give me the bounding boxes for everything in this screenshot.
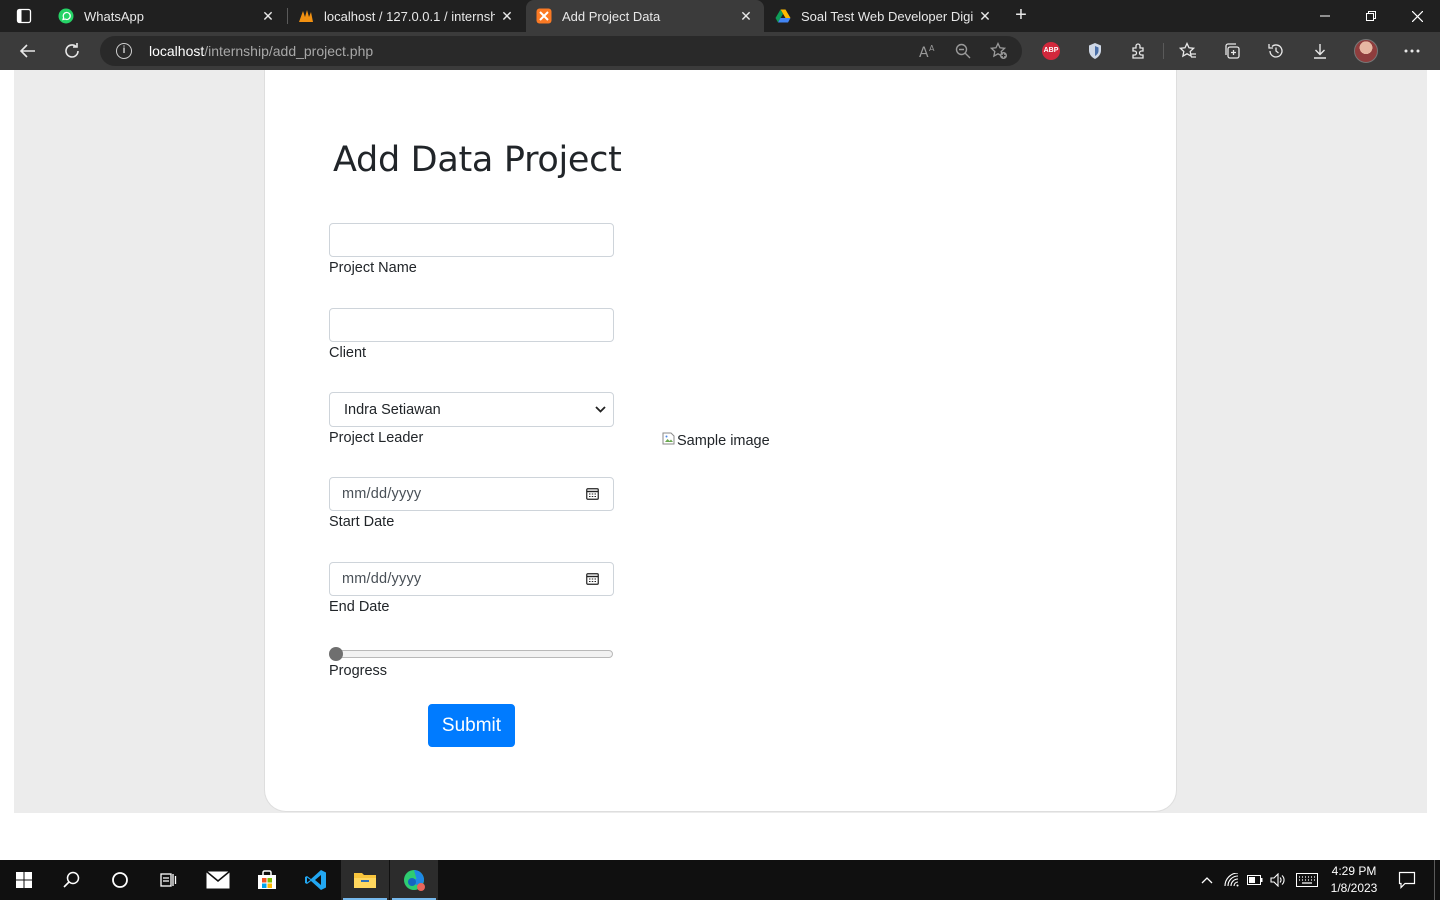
- xampp-icon: [536, 8, 552, 24]
- mail-icon[interactable]: [194, 860, 242, 900]
- submit-button[interactable]: Submit: [428, 704, 515, 747]
- extensions-icon[interactable]: [1125, 37, 1153, 65]
- system-clock[interactable]: 4:29 PM 1/8/2023: [1322, 863, 1386, 897]
- tab-title: Add Project Data: [562, 8, 661, 24]
- close-tab-icon[interactable]: ✕: [495, 4, 519, 28]
- broken-image-icon: [662, 432, 676, 446]
- browser-toolbar: i localhost/internship/add_project.php A…: [0, 32, 1440, 70]
- site-info-icon[interactable]: i: [116, 43, 132, 59]
- show-desktop-button[interactable]: [1434, 860, 1440, 900]
- downloads-icon[interactable]: [1306, 37, 1334, 65]
- tab-phpmyadmin[interactable]: localhost / 127.0.0.1 / internship ✕: [288, 0, 525, 32]
- tab-whatsapp[interactable]: WhatsApp ✕: [48, 0, 286, 32]
- shield-extension-icon[interactable]: [1081, 37, 1109, 65]
- close-tab-icon[interactable]: ✕: [973, 4, 997, 28]
- svg-text:A: A: [929, 44, 935, 53]
- cortana-icon[interactable]: [96, 860, 144, 900]
- toolbar-divider: [1163, 43, 1164, 59]
- google-drive-icon: [775, 8, 791, 24]
- wifi-icon[interactable]: [1221, 860, 1243, 900]
- page-title: Add Data Project: [333, 140, 622, 180]
- whatsapp-icon: [58, 8, 74, 24]
- phpmyadmin-icon: [298, 8, 314, 24]
- minimize-icon[interactable]: [1302, 0, 1348, 32]
- start-date-label: Start Date: [329, 514, 395, 530]
- file-explorer-icon[interactable]: [341, 860, 389, 900]
- refresh-icon[interactable]: [58, 37, 86, 65]
- tab-add-project-data[interactable]: Add Project Data ✕: [526, 0, 764, 32]
- svg-text:A: A: [919, 45, 929, 59]
- project-name-label: Project Name: [329, 260, 417, 276]
- microsoft-store-icon[interactable]: [243, 860, 291, 900]
- end-date-input[interactable]: mm/dd/yyyy: [329, 562, 614, 596]
- end-date-placeholder: mm/dd/yyyy: [342, 571, 422, 587]
- tab-actions-icon[interactable]: [8, 6, 40, 26]
- progress-slider[interactable]: [329, 647, 614, 661]
- restore-icon[interactable]: [1348, 0, 1394, 32]
- page-viewport: Add Data Project Project Name Client Ind…: [0, 70, 1440, 860]
- keyboard-icon[interactable]: [1293, 860, 1320, 900]
- sample-image-alt-text: Sample image: [677, 433, 770, 449]
- calendar-icon[interactable]: [586, 572, 600, 586]
- task-view-icon[interactable]: [144, 860, 192, 900]
- read-aloud-icon[interactable]: AA: [919, 42, 937, 60]
- history-icon[interactable]: [1262, 37, 1290, 65]
- progress-slider-track[interactable]: [330, 650, 613, 658]
- add-favorite-icon[interactable]: [990, 42, 1008, 60]
- client-label: Client: [329, 345, 367, 361]
- url-path: /internship/add_project.php: [204, 43, 374, 59]
- new-tab-button[interactable]: +: [1008, 4, 1034, 28]
- collections-icon[interactable]: [1218, 37, 1246, 65]
- project-leader-label: Project Leader: [329, 430, 424, 446]
- tab-google-drive[interactable]: Soal Test Web Developer Digitalis ✕: [765, 0, 1003, 32]
- project-leader-selected: Indra Setiawan: [344, 402, 441, 418]
- close-tab-icon[interactable]: ✕: [256, 4, 280, 28]
- chevron-down-icon: [595, 402, 607, 416]
- progress-slider-thumb[interactable]: [329, 647, 343, 661]
- address-bar[interactable]: i localhost/internship/add_project.php A…: [100, 36, 1022, 66]
- search-icon[interactable]: [48, 860, 96, 900]
- profile-avatar[interactable]: [1354, 39, 1378, 63]
- tab-title: localhost / 127.0.0.1 / internship: [324, 8, 495, 24]
- project-leader-select[interactable]: Indra Setiawan: [329, 392, 614, 427]
- url-host: localhost: [149, 43, 205, 59]
- progress-label: Progress: [329, 663, 388, 679]
- url-text: localhost/internship/add_project.php: [149, 43, 373, 59]
- volume-icon[interactable]: [1267, 860, 1289, 900]
- project-name-input[interactable]: [329, 223, 614, 257]
- close-tab-icon[interactable]: ✕: [734, 4, 758, 28]
- windows-start-icon[interactable]: [0, 860, 48, 900]
- tab-title: Soal Test Web Developer Digitalis: [801, 8, 973, 24]
- start-date-placeholder: mm/dd/yyyy: [342, 486, 422, 502]
- client-input[interactable]: [329, 308, 614, 342]
- notifications-icon[interactable]: [1392, 860, 1422, 900]
- back-icon[interactable]: [14, 37, 42, 65]
- sample-image: Sample image: [662, 432, 770, 449]
- start-date-input[interactable]: mm/dd/yyyy: [329, 477, 614, 511]
- battery-icon[interactable]: [1244, 860, 1266, 900]
- chevron-up-icon[interactable]: [1196, 860, 1218, 900]
- tab-title: WhatsApp: [84, 8, 144, 24]
- zoom-out-icon[interactable]: [954, 42, 972, 60]
- windows-taskbar: 4:29 PM 1/8/2023: [0, 860, 1440, 900]
- clock-time: 4:29 PM: [1331, 864, 1377, 878]
- end-date-label: End Date: [329, 599, 390, 615]
- clock-date: 1/8/2023: [1330, 881, 1378, 895]
- browser-tab-strip: WhatsApp ✕ localhost / 127.0.0.1 / inter…: [0, 0, 1440, 32]
- calendar-icon[interactable]: [586, 487, 600, 501]
- favorites-icon[interactable]: [1174, 37, 1202, 65]
- edge-browser-icon[interactable]: [390, 860, 438, 900]
- more-options-icon[interactable]: [1398, 37, 1426, 65]
- vscode-icon[interactable]: [292, 860, 340, 900]
- close-window-icon[interactable]: [1394, 0, 1440, 32]
- adblock-plus-icon[interactable]: ABP: [1042, 42, 1060, 60]
